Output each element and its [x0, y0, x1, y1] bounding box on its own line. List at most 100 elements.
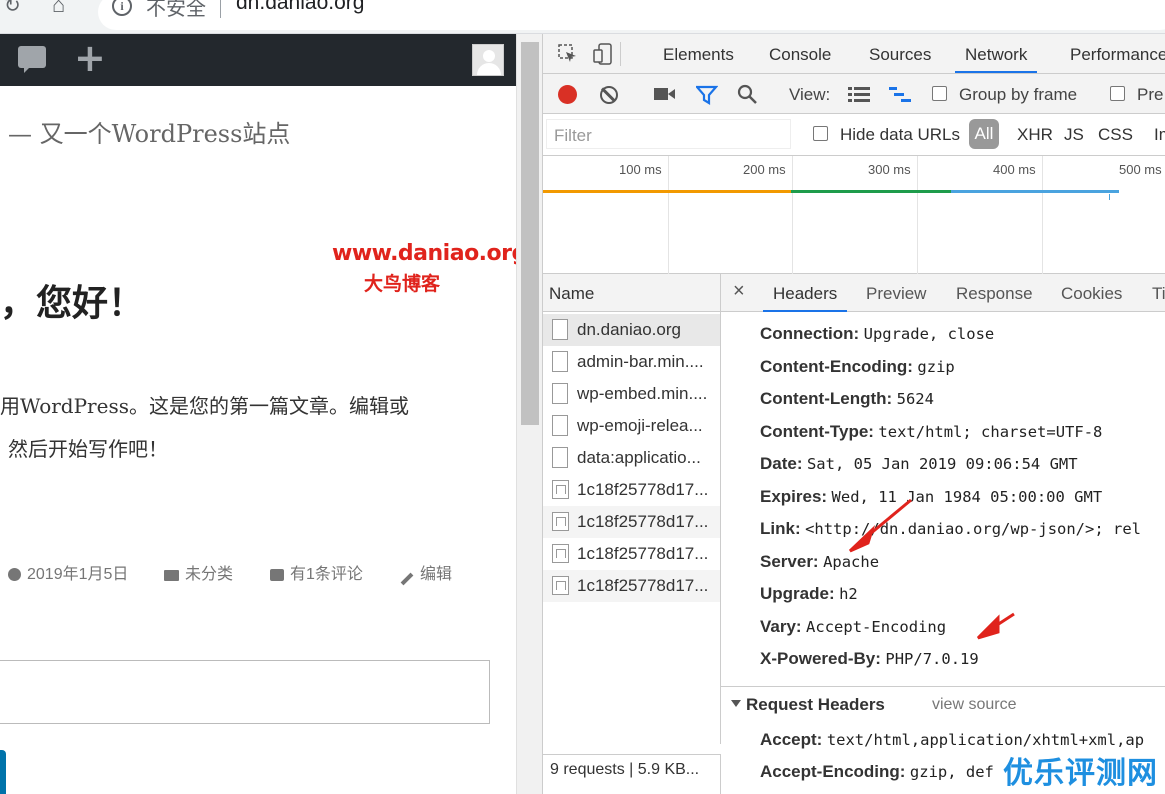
tab-cookies[interactable]: Cookies	[1061, 284, 1122, 304]
timeline-tick: 500 ms	[1119, 162, 1162, 177]
camera-icon[interactable]	[654, 86, 676, 102]
request-row[interactable]: wp-embed.min....	[543, 378, 720, 410]
tab-console[interactable]: Console	[769, 45, 831, 65]
view-label: View:	[789, 85, 831, 104]
info-icon[interactable]: i	[112, 0, 132, 16]
devtools-panel: Elements Console Sources Network Perform…	[542, 34, 1165, 794]
request-row[interactable]: dn.daniao.org	[543, 314, 720, 346]
filter-type-all[interactable]: All	[969, 119, 999, 149]
tab-performance[interactable]: Performance	[1070, 45, 1165, 65]
plus-icon[interactable]: +	[74, 38, 106, 78]
group-by-frame-checkbox[interactable]	[932, 86, 947, 101]
clear-icon[interactable]	[600, 86, 618, 104]
comment-icon	[270, 569, 284, 581]
filter-type-js[interactable]: JS	[1064, 125, 1084, 145]
waterfall-view-icon[interactable]	[889, 86, 913, 103]
name-column-header[interactable]: Name	[543, 274, 721, 312]
request-row[interactable]: admin-bar.min....	[543, 346, 720, 378]
document-icon	[552, 447, 568, 468]
search-icon[interactable]	[737, 84, 759, 106]
clock-icon	[8, 568, 21, 581]
header-line: Content-Type: text/html; charset=UTF-8	[760, 422, 1103, 441]
image-icon	[552, 544, 569, 563]
post-edit[interactable]: 编辑	[400, 560, 452, 586]
tab-timing[interactable]: Ti	[1152, 284, 1165, 304]
list-view-icon[interactable]	[848, 86, 870, 103]
header-line: Vary: Accept-Encoding	[760, 617, 947, 636]
timeline-tick: 300 ms	[868, 162, 911, 177]
hide-data-urls-checkbox[interactable]	[813, 126, 828, 141]
filter-type-img[interactable]: Img	[1154, 125, 1165, 145]
url-text[interactable]: dn.daniao.org	[236, 0, 364, 15]
tab-response[interactable]: Response	[956, 284, 1033, 304]
watermark-url: www.daniao.org	[332, 241, 516, 266]
page-scrollbar[interactable]	[516, 34, 542, 794]
header-line: Server: Apache	[760, 552, 880, 571]
inspect-icon[interactable]	[558, 44, 578, 64]
comment-icon[interactable]	[18, 46, 46, 73]
scrollbar-thumb[interactable]	[521, 42, 539, 425]
document-icon	[552, 319, 568, 340]
request-row[interactable]: 1c18f25778d17...	[543, 538, 720, 570]
timeline-tick: 400 ms	[993, 162, 1036, 177]
post-title[interactable]: ，您好！	[0, 274, 144, 326]
timeline-marker	[1109, 194, 1110, 200]
request-row[interactable]: 1c18f25778d17...	[543, 570, 720, 602]
home-icon[interactable]: ⌂	[52, 0, 65, 16]
request-details-panel: × Headers Preview Response Cookies Ti Co…	[721, 274, 1165, 794]
blue-button[interactable]	[0, 750, 6, 794]
header-line: Content-Encoding: gzip	[760, 357, 955, 376]
network-toolbar: View: Group by frame Pre	[543, 74, 1165, 114]
close-icon[interactable]: ×	[733, 280, 745, 303]
request-list: dn.daniao.org admin-bar.min.... wp-embed…	[543, 312, 721, 744]
post-body-line: 然后开始写作吧！	[8, 437, 168, 461]
filter-type-xhr[interactable]: XHR	[1017, 125, 1053, 145]
post-category[interactable]: 未分类	[164, 560, 233, 584]
header-line: Expires: Wed, 11 Jan 1984 05:00:00 GMT	[760, 487, 1103, 506]
post-date[interactable]: 2019年1月5日	[8, 560, 128, 584]
header-line: Link: <http://dn.daniao.org/wp-json/>; r…	[760, 519, 1142, 538]
wp-admin-bar: +	[0, 34, 516, 86]
request-headers-title[interactable]: Request Headers	[746, 695, 885, 715]
preserve-log-checkbox[interactable]	[1110, 86, 1125, 101]
pencil-icon	[400, 572, 414, 586]
timeline-gridline	[792, 156, 793, 274]
tab-elements[interactable]: Elements	[663, 45, 734, 65]
comment-box[interactable]	[0, 660, 490, 724]
request-headers-section[interactable]: Request Headers view source	[721, 686, 1165, 722]
reload-icon[interactable]: ↻	[4, 0, 21, 16]
filter-icon[interactable]	[696, 85, 718, 105]
view-source-link[interactable]: view source	[932, 696, 1016, 714]
post-body-line: 用WordPress。这是您的第一篇文章。编辑或	[0, 394, 409, 418]
security-label[interactable]: 不安全	[146, 0, 206, 21]
document-icon	[552, 383, 568, 404]
expand-triangle-icon[interactable]	[731, 700, 741, 707]
post-comments[interactable]: 有1条评论	[270, 560, 363, 584]
filter-bar: Filter Hide data URLs All XHR JS CSS Img	[543, 114, 1165, 156]
group-by-frame-label: Group by frame	[959, 85, 1078, 104]
tab-headers[interactable]: Headers	[763, 284, 848, 312]
filter-input[interactable]: Filter	[546, 119, 791, 149]
tab-sources[interactable]: Sources	[869, 45, 931, 65]
watermark-name: 大鸟博客	[364, 273, 441, 295]
header-line: Upgrade: h2	[760, 584, 858, 603]
filter-type-css[interactable]: CSS	[1098, 125, 1133, 145]
timeline-gridline	[1042, 156, 1043, 274]
avatar[interactable]	[472, 44, 504, 76]
timeline-tick: 200 ms	[743, 162, 786, 177]
request-row[interactable]: data:applicatio...	[543, 442, 720, 474]
request-row[interactable]: wp-emoji-relea...	[543, 410, 720, 442]
address-bar[interactable]: i 不安全 dn.daniao.org	[98, 0, 1165, 30]
request-row[interactable]: 1c18f25778d17...	[543, 474, 720, 506]
record-icon[interactable]	[558, 85, 577, 104]
browser-toolbar: ↻ ⌂ i 不安全 dn.daniao.org	[0, 0, 1165, 34]
folder-icon	[164, 570, 179, 581]
header-line: Accept-Encoding: gzip, def	[760, 762, 994, 781]
timeline-gridline	[917, 156, 918, 274]
header-line: Accept: text/html,application/xhtml+xml,…	[760, 730, 1145, 749]
network-timeline-overview[interactable]: 100 ms 200 ms 300 ms 400 ms 500 ms	[543, 156, 1165, 274]
request-row[interactable]: 1c18f25778d17...	[543, 506, 720, 538]
tab-network[interactable]: Network	[955, 45, 1038, 73]
device-toolbar-icon[interactable]	[593, 42, 617, 66]
tab-preview[interactable]: Preview	[866, 284, 926, 304]
